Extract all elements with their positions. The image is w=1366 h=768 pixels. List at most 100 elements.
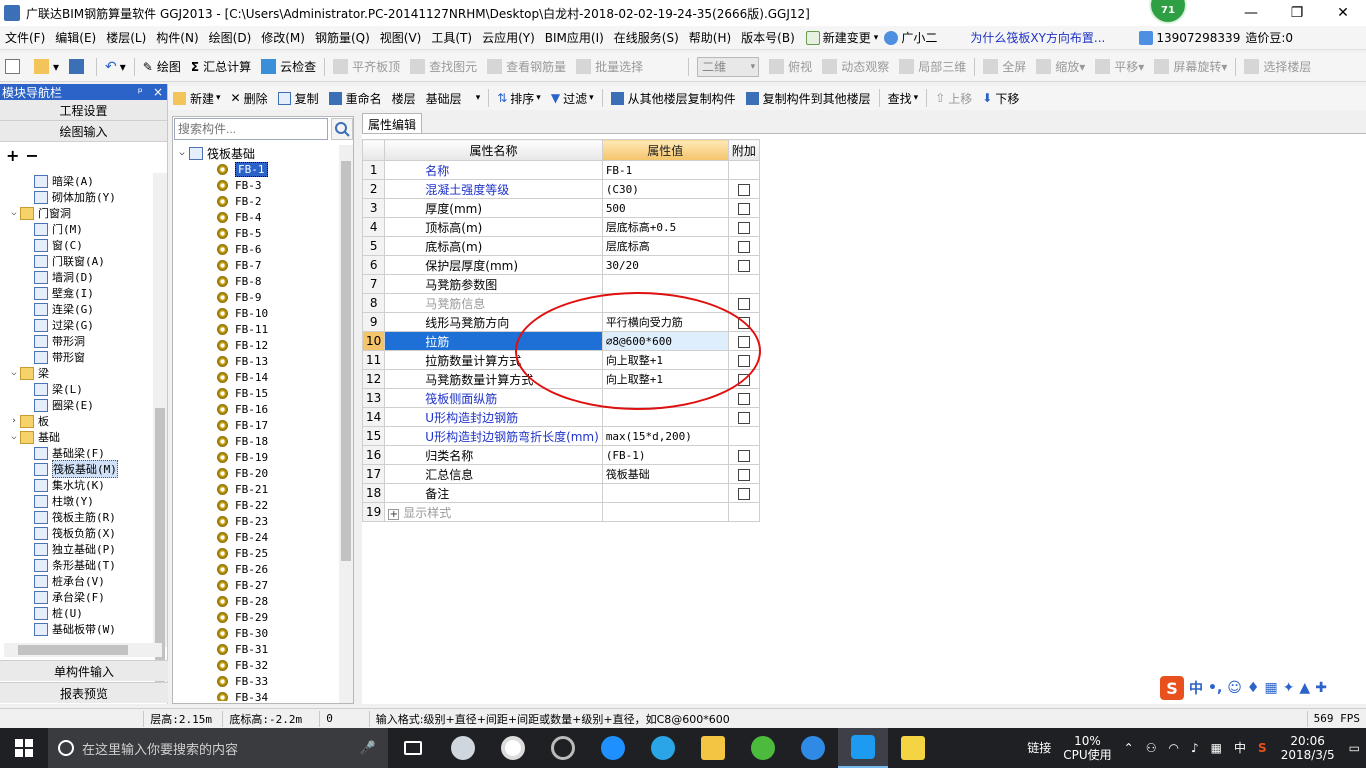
spiral-app-icon[interactable]: [538, 728, 588, 768]
new-change-menu[interactable]: 新建变更 ▾: [805, 29, 878, 46]
floor-select[interactable]: 基础层 ▾: [421, 90, 486, 107]
menu-floor[interactable]: 楼层(L): [101, 29, 151, 46]
property-row[interactable]: 8 马凳筋信息: [361, 293, 760, 313]
wifi-icon[interactable]: ◠: [1162, 741, 1184, 755]
batch-select-button[interactable]: 批量选择: [571, 58, 648, 75]
add-checkbox[interactable]: [737, 373, 750, 386]
new-component-button[interactable]: 新建 ▾: [168, 90, 226, 107]
sum-calc-button[interactable]: Σ 汇总计算: [186, 58, 256, 75]
component-item[interactable]: FB-9: [175, 289, 339, 305]
nav-tree-item[interactable]: 墙洞(D): [0, 269, 162, 285]
chevron-down-icon[interactable]: ⌵: [8, 368, 20, 378]
component-item[interactable]: FB-11: [175, 321, 339, 337]
property-value[interactable]: (C30): [601, 179, 729, 199]
nav-tree-item[interactable]: 暗梁(A): [0, 173, 162, 189]
pan-button[interactable]: 平移 ▾: [1090, 58, 1149, 75]
property-value[interactable]: 向上取整+1: [601, 350, 729, 370]
drawing-input-tab[interactable]: 绘图输入: [0, 121, 167, 142]
guangxiaoer-button[interactable]: 广小二: [884, 29, 937, 46]
nav-tree-item[interactable]: 条形基础(T): [0, 557, 162, 573]
component-item[interactable]: FB-22: [175, 497, 339, 513]
component-item[interactable]: FB-18: [175, 433, 339, 449]
property-value[interactable]: 层底标高+0.5: [601, 217, 729, 237]
component-item[interactable]: FB-3: [175, 177, 339, 193]
file-explorer-icon[interactable]: [688, 728, 738, 768]
collapse-all-icon[interactable]: −: [25, 146, 38, 165]
fan-app-icon[interactable]: [438, 728, 488, 768]
tab-property-edit[interactable]: 属性编辑: [362, 113, 423, 133]
add-checkbox[interactable]: [737, 392, 750, 405]
component-item[interactable]: FB-24: [175, 529, 339, 545]
add-checkbox[interactable]: [737, 468, 750, 481]
component-item[interactable]: FB-27: [175, 577, 339, 593]
property-row[interactable]: 4 顶标高(m) 层底标高+0.5: [361, 217, 760, 237]
property-value[interactable]: (FB-1): [601, 445, 729, 465]
property-value[interactable]: ⌀8@600*600: [601, 331, 729, 351]
people-icon[interactable]: ⚇: [1140, 741, 1163, 755]
property-row[interactable]: 19 + 显示样式: [361, 502, 760, 522]
component-item[interactable]: FB-17: [175, 417, 339, 433]
property-row[interactable]: 16 归类名称 (FB-1): [361, 445, 760, 465]
menu-file[interactable]: 文件(F): [0, 29, 50, 46]
browser-360-icon[interactable]: [738, 728, 788, 768]
sogou-icon[interactable]: S: [1160, 676, 1184, 700]
pin-icon[interactable]: ᵖ: [138, 85, 143, 99]
notification-icon[interactable]: ▭: [1343, 741, 1366, 755]
filter-button[interactable]: ▼ 过滤 ▾: [546, 90, 599, 107]
component-item[interactable]: FB-31: [175, 641, 339, 657]
keyboard-icon[interactable]: ▦: [1264, 680, 1277, 696]
shirt-icon[interactable]: ▲: [1299, 680, 1310, 696]
property-value[interactable]: 层底标高: [601, 236, 729, 256]
wrench-icon[interactable]: ✚: [1315, 680, 1327, 696]
microphone-icon[interactable]: 🎤: [360, 741, 376, 756]
property-row[interactable]: 5 底标高(m) 层底标高: [361, 236, 760, 256]
start-button[interactable]: [0, 728, 48, 768]
component-item[interactable]: FB-12: [175, 337, 339, 353]
delete-button[interactable]: ✕ 删除: [226, 90, 273, 107]
component-item[interactable]: FB-29: [175, 609, 339, 625]
component-item[interactable]: FB-2: [175, 193, 339, 209]
full-screen-button[interactable]: 全屏: [978, 58, 1031, 75]
property-row[interactable]: 3 厚度(mm) 500: [361, 198, 760, 218]
internet-explorer-icon[interactable]: [638, 728, 688, 768]
component-scrollbar[interactable]: [339, 145, 353, 703]
nav-tree-item[interactable]: 独立基础(P): [0, 541, 162, 557]
screen-rotate-button[interactable]: 屏幕旋转 ▾: [1149, 58, 1232, 75]
property-row[interactable]: 6 保护层厚度(mm) 30/20: [361, 255, 760, 275]
property-row[interactable]: 1 名称 FB-1: [361, 160, 760, 180]
copy-button[interactable]: 复制: [273, 90, 324, 107]
view-rebar-button[interactable]: 查看钢筋量: [482, 58, 571, 75]
menu-view[interactable]: 视图(V): [375, 29, 427, 46]
menu-version[interactable]: 版本号(B): [736, 29, 800, 46]
nav-tree-item[interactable]: 梁(L): [0, 381, 162, 397]
nav-horizontal-scrollbar[interactable]: [4, 643, 162, 657]
property-value[interactable]: 500: [601, 198, 729, 218]
top-view-button[interactable]: 俯视: [764, 58, 817, 75]
nav-tree-item[interactable]: 窗(C): [0, 237, 162, 253]
nav-tree-item[interactable]: ⌵ 基础: [0, 429, 162, 445]
nav-tree-item[interactable]: 圈梁(E): [0, 397, 162, 413]
chevron-down-icon[interactable]: ⌵: [8, 432, 20, 442]
property-row[interactable]: 9 线形马凳筋方向 平行横向受力筋: [361, 312, 760, 332]
property-value[interactable]: FB-1: [601, 160, 729, 180]
view-mode-select[interactable]: 二维 ▾: [692, 56, 764, 77]
flush-slab-top-button[interactable]: 平齐板顶: [328, 58, 405, 75]
add-checkbox[interactable]: [737, 354, 750, 367]
move-down-button[interactable]: ⬇ 下移: [977, 90, 1024, 107]
nav-tree-item[interactable]: › 板: [0, 413, 162, 429]
notes-app-icon[interactable]: [888, 728, 938, 768]
add-checkbox[interactable]: [737, 183, 750, 196]
score-badge[interactable]: 71: [1151, 0, 1185, 22]
emoji-icon[interactable]: ☺: [1227, 680, 1242, 696]
component-item[interactable]: FB-19: [175, 449, 339, 465]
nav-vertical-scrollbar[interactable]: [153, 173, 167, 690]
single-input-tab[interactable]: 单构件输入: [0, 660, 168, 681]
component-item[interactable]: FB-1: [175, 161, 339, 177]
component-item[interactable]: FB-8: [175, 273, 339, 289]
nav-tree-item[interactable]: 筏板主筋(R): [0, 509, 162, 525]
menu-bim[interactable]: BIM应用(I): [540, 29, 609, 46]
menu-cloud[interactable]: 云应用(Y): [477, 29, 540, 46]
project-settings-tab[interactable]: 工程设置: [0, 100, 167, 121]
nav-tree-item[interactable]: ⌵ 门窗洞: [0, 205, 162, 221]
sort-button[interactable]: ⇅ 排序 ▾: [492, 90, 546, 107]
